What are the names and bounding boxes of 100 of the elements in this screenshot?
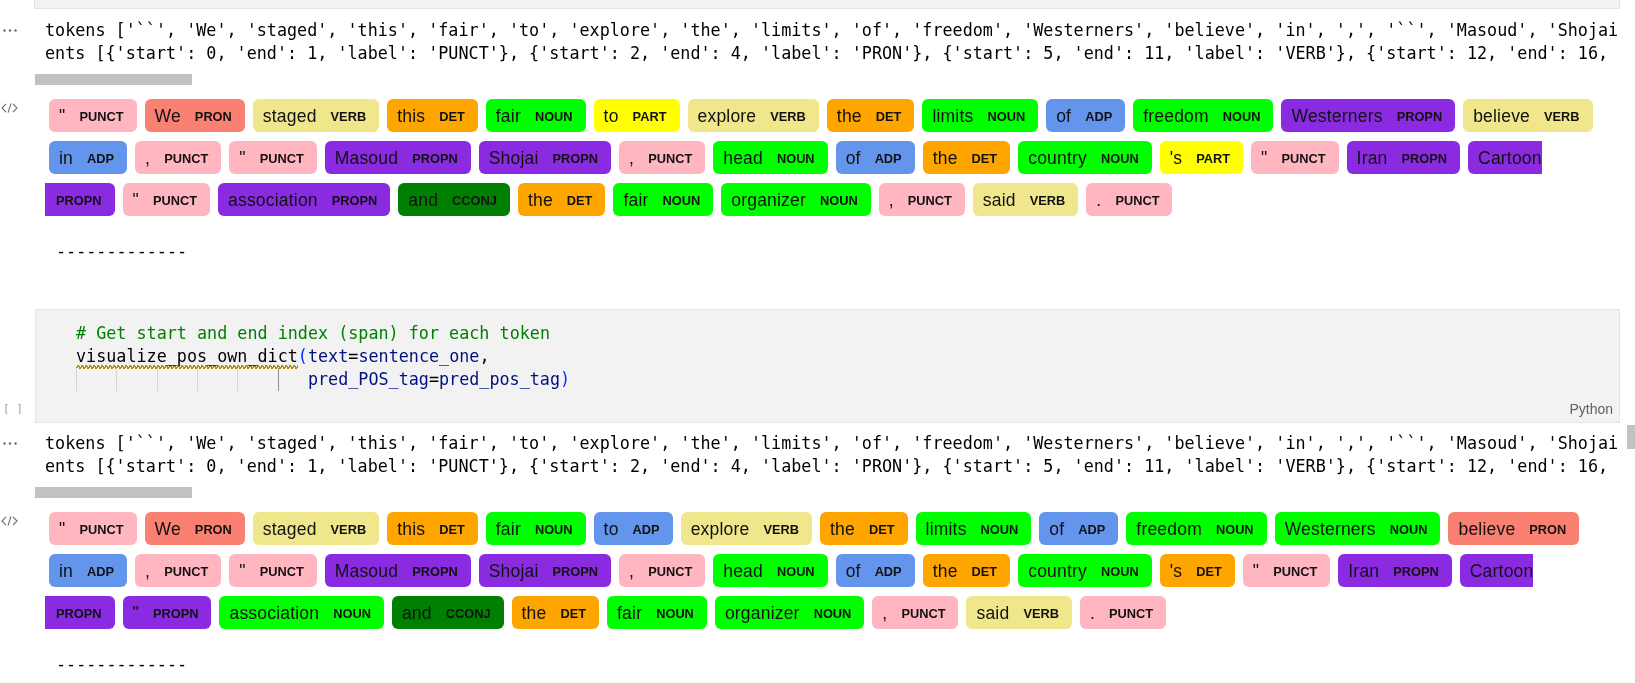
token-text: " xyxy=(59,105,66,126)
token-text: We xyxy=(154,105,181,126)
pos-label: PROPN xyxy=(56,607,102,621)
more-icon[interactable] xyxy=(3,442,17,445)
pos-label: CCONJ xyxy=(452,194,497,208)
token-text: " xyxy=(239,147,246,168)
pos-label: PUNCT xyxy=(164,565,209,579)
pos-label: NOUN xyxy=(980,523,1019,537)
token-text: in xyxy=(59,560,74,581)
token-text: . xyxy=(1096,189,1102,210)
code-line: # Get start and end index (span) for each token xyxy=(76,322,550,345)
token-text: explore xyxy=(697,105,757,126)
indent-guide xyxy=(277,368,279,391)
token-text: association xyxy=(229,602,320,623)
pos-label: PART xyxy=(632,110,667,124)
pos-label: NOUN xyxy=(656,607,694,621)
pos-label: PROPN xyxy=(1393,565,1439,579)
pos-label: PRON xyxy=(194,523,232,537)
pos-label: PRON xyxy=(1529,523,1567,537)
pos-label: NOUN xyxy=(1389,523,1428,537)
token-text: Masoud xyxy=(334,147,399,168)
pos-label: VERB xyxy=(763,523,799,537)
pos-label: NOUN xyxy=(662,194,701,208)
pos-label: PUNCT xyxy=(648,565,693,579)
pos-label: NOUN xyxy=(987,110,1026,124)
code-icon[interactable] xyxy=(1,516,18,526)
pos-label: PUNCT xyxy=(259,565,304,579)
pos-label: NOUN xyxy=(534,110,573,124)
token-text: of xyxy=(1049,518,1065,539)
token-text: of xyxy=(845,147,861,168)
pos-label: DET xyxy=(971,565,998,579)
scrollbar-thumb[interactable] xyxy=(35,74,192,85)
scrollbar-thumb[interactable] xyxy=(1627,425,1635,449)
pos-label: DET xyxy=(875,110,902,124)
token-text: association xyxy=(228,189,318,210)
pos-label: DET xyxy=(439,110,465,124)
pos-label: ADP xyxy=(87,565,115,579)
token-text: 's xyxy=(1169,560,1183,581)
pos-label: DET xyxy=(560,607,587,621)
pos-label: PROPN xyxy=(552,565,599,579)
more-icon[interactable] xyxy=(3,29,17,32)
pos-label: VERB xyxy=(330,523,367,537)
pos-label: PROPN xyxy=(412,565,458,579)
pos-label: PUNCT xyxy=(901,607,946,621)
pos-label: NOUN xyxy=(1215,523,1254,537)
pos-label: NOUN xyxy=(813,607,852,621)
token-text: this xyxy=(397,518,426,539)
output-text: ents [{'start': 0, 'end': 1, 'label': 'PUNCT'}, {'start': 2, 'end': 4, 'label': 'PRON'}, {'start': 5, 'end': 11, 'label': 'VERB'}, {'start': 12, 'end': 16, xyxy=(45,42,1609,65)
token-text: " xyxy=(132,602,139,623)
token-text: and xyxy=(401,602,432,623)
execution-prompt: [ ] xyxy=(3,403,23,415)
token-text: 's xyxy=(1169,147,1183,168)
pos-label: DET xyxy=(868,523,895,537)
pos-label: ADP xyxy=(1085,110,1113,124)
code-icon[interactable] xyxy=(1,103,18,113)
token-text: the xyxy=(836,105,862,126)
pos-label: DET xyxy=(566,194,593,208)
pos-label: VERB xyxy=(1029,194,1066,208)
token-text: to xyxy=(603,105,619,126)
token-text: the xyxy=(932,560,958,581)
language-label[interactable]: Python xyxy=(1569,401,1613,418)
pos-label: PUNCT xyxy=(907,194,952,208)
token-text: Shojai xyxy=(488,147,539,168)
pos-label: VERB xyxy=(1544,110,1580,124)
pos-label: DET xyxy=(1196,565,1222,579)
token-text: " xyxy=(1261,147,1268,168)
token-text: of xyxy=(845,560,861,581)
token-text: Cartoon xyxy=(1478,147,1542,168)
pos-label: NOUN xyxy=(534,523,573,537)
token-text: freedom xyxy=(1143,105,1209,126)
token-text: " xyxy=(59,518,66,539)
pos-label: PUNCT xyxy=(79,523,124,537)
pos-label: NOUN xyxy=(1101,565,1139,579)
token-text: " xyxy=(132,189,139,210)
pos-label: PROPN xyxy=(56,194,102,208)
output-text: tokens ['``', 'We', 'staged', 'this', 'fair', 'to', 'explore', 'the', 'limits', 'of', 'freedom', 'Westerners', 'believe', 'in', ',', '``', 'Masoud', 'Shojai xyxy=(45,432,1619,455)
token-text: to xyxy=(603,518,619,539)
token-text: the xyxy=(521,602,547,623)
token-text: We xyxy=(154,518,181,539)
pos-label: NOUN xyxy=(820,194,858,208)
token-text: Iran xyxy=(1356,147,1388,168)
pos-label: PUNCT xyxy=(152,194,197,208)
token-text: , xyxy=(888,189,894,210)
output-text: tokens ['``', 'We', 'staged', 'this', 'fair', 'to', 'explore', 'the', 'limits', 'of', 'freedom', 'Westerners', 'believe', 'in', ',', '``', 'Masoud', 'Shojai xyxy=(45,19,1619,42)
pos-label: NOUN xyxy=(1222,110,1261,124)
pos-label: PUNCT xyxy=(164,152,209,166)
pos-label: CCONJ xyxy=(445,607,491,621)
token-text: staged xyxy=(262,105,317,126)
token-text: believe xyxy=(1473,105,1530,126)
pos-label: PUNCT xyxy=(79,110,124,124)
token-text: organizer xyxy=(724,602,800,623)
token-text: organizer xyxy=(731,189,807,210)
scrollbar-thumb[interactable] xyxy=(35,487,192,498)
pos-label: PUNCT xyxy=(1115,194,1160,208)
pos-label: PART xyxy=(1196,152,1231,166)
token-text: , xyxy=(882,602,888,623)
token-text: this xyxy=(397,105,426,126)
token-text: head xyxy=(723,560,763,581)
pos-label: ADP xyxy=(1078,523,1106,537)
output-text: ------------- xyxy=(56,240,188,263)
